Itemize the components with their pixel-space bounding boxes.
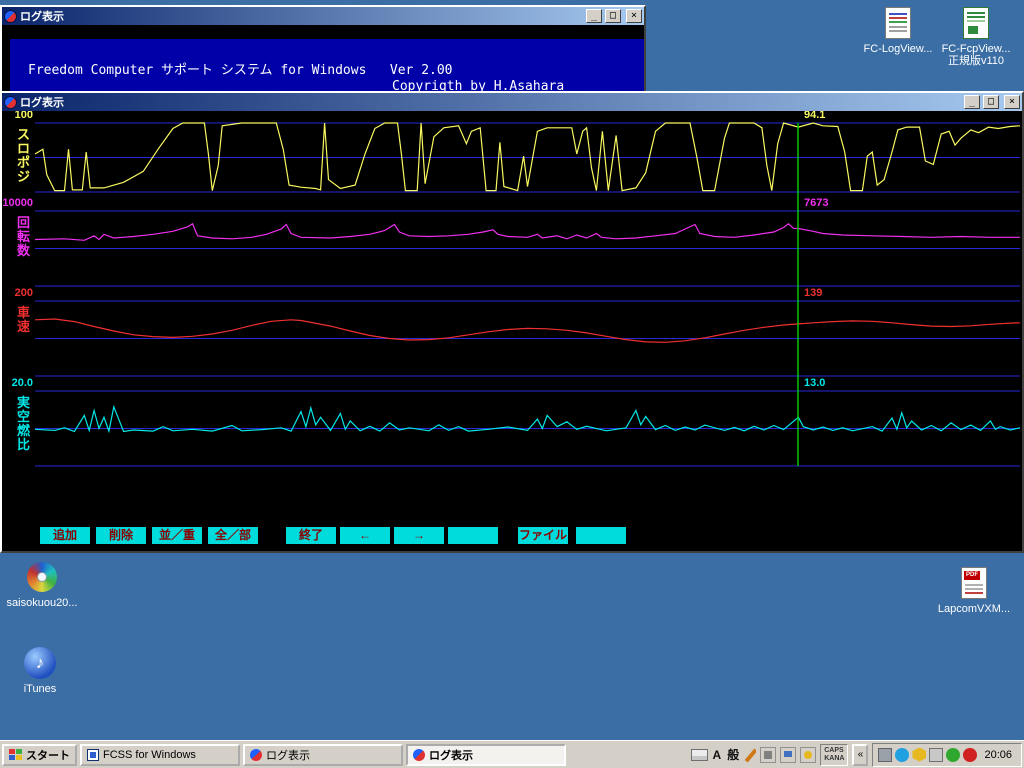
log-button-blank-9[interactable] [576,527,626,544]
tray-icon-area: 20:06 [872,742,1022,767]
chart-axis-label: 回転数 [16,215,30,258]
tray-update-icon[interactable] [946,747,961,762]
log-app-icon [413,748,425,761]
keyboard-icon[interactable] [690,748,708,761]
log-button-blank-7[interactable] [448,527,498,544]
bg-window-title: ログ表示 [20,11,64,23]
task-button-label: FCSS for Windows [103,748,196,761]
desktop-icon-lapcom[interactable]: PDF LapcomVXM... [934,566,1014,615]
chart-cursor-value: 7673 [804,197,829,209]
icon-sublabel: 正規版v110 [947,55,1005,67]
tray-network-icon[interactable] [895,747,910,762]
pdf-badge: PDF [964,571,980,580]
icon-label: saisokuou20... [6,597,78,609]
itunes-icon: ♪ [23,646,57,680]
close-button[interactable]: × [1004,95,1020,109]
caps-label: CAPS [824,746,844,754]
icon-label: LapcomVXM... [937,603,1011,615]
tray-display-icon[interactable] [878,747,893,762]
log-button-1[interactable]: 削除 [96,527,146,544]
log-button-4[interactable]: 終了 [286,527,336,544]
desktop: ログ表示 _ □ × Freedom Computer サポート システム fo… [0,0,1024,768]
chart-cursor-value: 13.0 [804,377,826,389]
pdf-document-icon: PDF [957,566,991,600]
maximize-button[interactable]: □ [605,9,621,23]
task-button-label: ログ表示 [266,749,310,762]
task-button-0[interactable]: FCSS for Windows [80,743,240,766]
display-settings-icon[interactable] [780,746,797,763]
log-button-6[interactable]: → [394,527,444,544]
bg-window-titlebar[interactable]: ログ表示 _ □ × [2,7,644,25]
music-note-icon: ♪ [24,647,56,679]
chart-axis-label: スロポジ [16,127,30,184]
chart-max-label: 10000 [2,197,33,209]
chart-cursor-value: 94.1 [804,111,826,121]
task-button-group: FCSS for Windows ログ表示 ログ表示 [80,743,566,766]
icon-label: FC-FcpView... [941,43,1011,55]
desktop-icon-fc-logview[interactable]: FC-LogView... [858,6,938,55]
minimize-button[interactable]: _ [586,9,602,23]
log-app-icon [4,9,17,23]
chart-max-label: 200 [14,287,33,299]
log-button-0[interactable]: 追加 [40,527,90,544]
log-viewer-body: 100 94.1 スロポジ 10000 7673 回転数 200 139 車速 20.0 13.0 実… [2,111,1022,551]
log-window-title: ログ表示 [20,97,64,109]
desktop-icon-saisokuou[interactable]: saisokuou20... [2,560,82,609]
desktop-icon-fc-fcpview[interactable]: FC-FcpView... 正規版v110 [936,6,1016,67]
log-app-icon [4,95,17,109]
fc-logview-icon [881,6,915,40]
log-button-8[interactable]: ファイル [518,527,568,544]
tray-security-icon[interactable] [912,747,927,762]
windows-logo-icon [9,749,22,760]
log-button-5[interactable]: ← [340,527,390,544]
dos-banner-text: Freedom Computer サポート システム for Windows V… [28,63,453,78]
icon-label: iTunes [23,683,57,695]
close-button[interactable]: × [626,9,642,23]
ime-conversion-mode[interactable]: 般 [726,746,740,763]
ime-help-icon[interactable] [800,746,817,763]
log-viewer-window: ログ表示 _ □ × 100 94.1 スロポジ 10000 7673 回転数 200 139… [0,91,1024,553]
taskbar-clock: 20:06 [984,748,1012,761]
taskbar: スタート FCSS for Windows ログ表示 ログ表示 A 般 CAPS K… [0,740,1024,768]
desktop-icon-itunes[interactable]: ♪ iTunes [0,646,80,695]
task-button-2[interactable]: ログ表示 [406,743,566,766]
start-label: スタート [26,749,70,762]
chart-canvas[interactable] [2,111,1022,551]
chart-cursor-value: 139 [804,287,823,299]
chevron-left-icon[interactable]: « [852,743,869,766]
task-button-1[interactable]: ログ表示 [243,743,403,766]
chart-axis-label: 車速 [16,305,30,334]
tray-volume-icon[interactable] [929,747,944,762]
log-window-titlebar[interactable]: ログ表示 _ □ × [2,93,1022,111]
start-button[interactable]: スタート [2,743,77,766]
chart-axis-label: 実空燃比 [16,395,30,452]
kana-label: KANA [824,754,845,762]
chart-max-label: 20.0 [11,377,33,389]
caps-kana-indicator: CAPS KANA [820,743,849,766]
chart-max-label: 100 [14,111,33,121]
minimize-button[interactable]: _ [964,95,980,109]
media-disc-icon [25,560,59,594]
log-button-2[interactable]: 並／重 [152,527,202,544]
task-button-label: ログ表示 [429,749,473,762]
fc-fcpview-icon [959,6,993,40]
system-tray: A 般 CAPS KANA « 20:06 [690,742,1022,767]
ime-tools-icon[interactable] [760,746,777,763]
tray-antivirus-icon[interactable] [963,747,978,762]
icon-label: FC-LogView... [863,43,933,55]
ime-pen-icon[interactable] [744,747,757,762]
log-button-3[interactable]: 全／部 [208,527,258,544]
ime-input-mode[interactable]: A [712,748,723,762]
app-window-icon [87,748,99,761]
maximize-button[interactable]: □ [983,95,999,109]
log-app-icon [250,748,262,761]
